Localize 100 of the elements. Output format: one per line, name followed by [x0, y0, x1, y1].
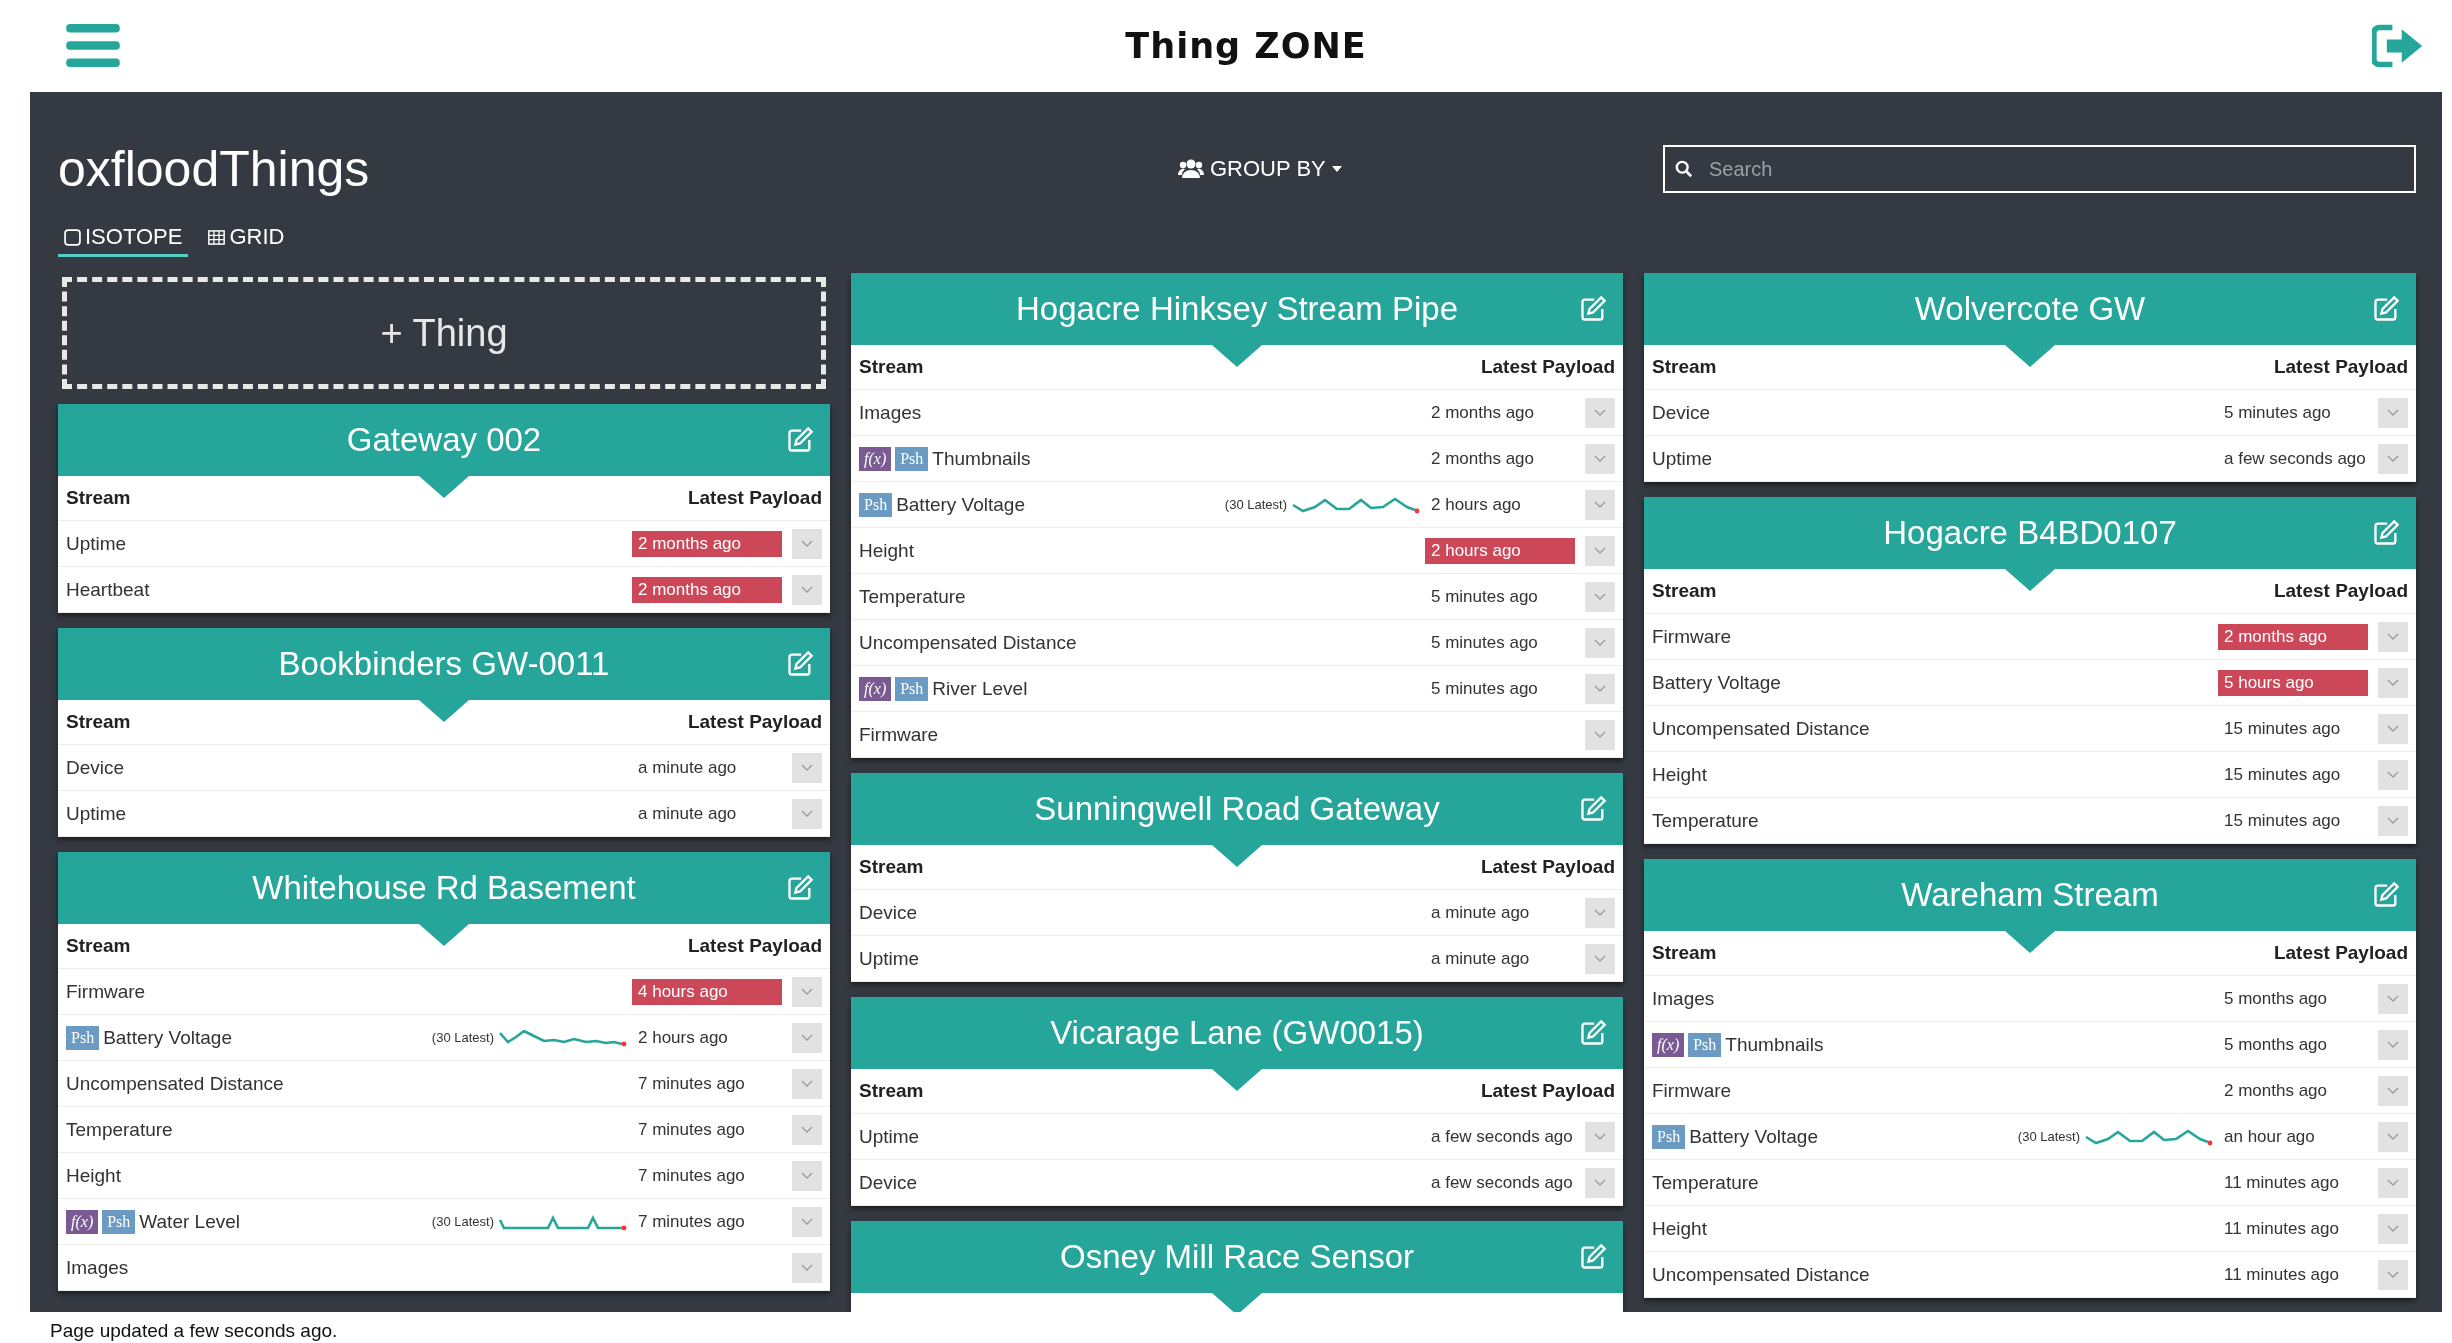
column-header: Latest Payload	[1480, 356, 1615, 378]
payload-time: 4 hours ago	[632, 978, 782, 1005]
expand-button[interactable]	[2378, 1213, 2408, 1244]
stream-name: Firmware	[1652, 625, 1732, 648]
expand-button[interactable]	[792, 752, 822, 783]
expand-button[interactable]	[2378, 1075, 2408, 1106]
payload-time: 5 minutes ago	[2223, 401, 2332, 424]
expand-button[interactable]	[792, 1252, 822, 1283]
payload-time: 2 months ago	[632, 576, 782, 603]
stream-name: Battery Voltage	[1689, 1125, 1818, 1148]
expand-button[interactable]	[2378, 983, 2408, 1014]
edit-icon[interactable]	[786, 426, 814, 454]
payload-time: 2 hours ago	[1425, 537, 1575, 564]
expand-button[interactable]	[792, 1160, 822, 1191]
card-title: Hogacre Hinksey Stream Pipe	[1016, 290, 1458, 328]
stream-name: Thumbnails	[1725, 1033, 1824, 1056]
add-thing-button[interactable]: + Thing	[62, 277, 826, 389]
column-header: Stream	[1652, 942, 1717, 964]
expand-button[interactable]	[2378, 1029, 2408, 1060]
expand-button[interactable]	[2378, 805, 2408, 836]
chevron-icon	[1594, 684, 1606, 693]
chevron-icon	[2387, 1086, 2399, 1095]
chevron-icon	[2387, 1224, 2399, 1233]
stream-name: Battery Voltage	[896, 493, 1025, 516]
column-header: Stream	[859, 1080, 924, 1102]
expand-button[interactable]	[2378, 443, 2408, 474]
column-header: Latest Payload	[687, 487, 822, 509]
stream-name: Temperature	[1652, 809, 1759, 832]
status-text: Page updated a few seconds ago.	[49, 1319, 339, 1342]
expand-button[interactable]	[792, 528, 822, 559]
expand-button[interactable]	[1585, 719, 1615, 750]
expand-button[interactable]	[1585, 535, 1615, 566]
chevron-icon	[801, 763, 813, 772]
expand-button[interactable]	[2378, 713, 2408, 744]
view-tab[interactable]: GRID	[202, 222, 291, 257]
stream-name: Images	[1652, 987, 1715, 1010]
expand-button[interactable]	[2378, 1167, 2408, 1198]
edit-icon[interactable]	[1579, 1243, 1607, 1271]
edit-icon[interactable]	[2372, 519, 2400, 547]
stream-name: Uptime	[66, 532, 127, 555]
payload-time: 7 minutes ago	[637, 1210, 746, 1233]
expand-button[interactable]	[2378, 759, 2408, 790]
column-header: Latest Payload	[2273, 942, 2408, 964]
stream-name: Uptime	[1652, 447, 1713, 470]
stream-name: Firmware	[1652, 1079, 1732, 1102]
expand-button[interactable]	[792, 976, 822, 1007]
edit-icon[interactable]	[786, 650, 814, 678]
card-title: Vicarage Lane (GW0015)	[1050, 1014, 1424, 1052]
expand-button[interactable]	[792, 1068, 822, 1099]
expand-button[interactable]	[2378, 397, 2408, 428]
card-title: Gateway 002	[346, 421, 542, 459]
expand-button[interactable]	[2378, 1121, 2408, 1152]
payload-time: a minute ago	[1430, 901, 1531, 924]
expand-button[interactable]	[1585, 673, 1615, 704]
edit-icon[interactable]	[1579, 1019, 1607, 1047]
payload-time: 5 months ago	[2223, 1033, 2328, 1056]
chevron-icon	[1594, 500, 1606, 509]
stream-name: Height	[1652, 763, 1707, 786]
expand-button[interactable]	[1585, 897, 1615, 928]
expand-button[interactable]	[792, 798, 822, 829]
expand-button[interactable]	[792, 1022, 822, 1053]
square-icon	[64, 228, 81, 246]
push-badge: Psh	[66, 1025, 100, 1050]
expand-button[interactable]	[1585, 627, 1615, 658]
expand-button[interactable]	[792, 1206, 822, 1237]
sparkline-caption: (30 Latest)	[1224, 497, 1287, 512]
logout-icon[interactable]	[2372, 23, 2424, 69]
stream-name: Battery Voltage	[103, 1026, 232, 1049]
group-by-button[interactable]: GROUP BY	[1178, 156, 1663, 182]
expand-button[interactable]	[1585, 443, 1615, 474]
column-header: Latest Payload	[1480, 1080, 1615, 1102]
expand-button[interactable]	[1585, 489, 1615, 520]
search-icon	[1675, 160, 1693, 178]
column-header: Latest Payload	[2273, 580, 2408, 602]
expand-button[interactable]	[1585, 1121, 1615, 1152]
menu-icon[interactable]	[66, 24, 120, 68]
app-title: Thing ZONE	[1125, 26, 1367, 66]
expand-button[interactable]	[1585, 581, 1615, 612]
chevron-icon	[801, 1217, 813, 1226]
expand-button[interactable]	[1585, 397, 1615, 428]
edit-icon[interactable]	[1579, 295, 1607, 323]
edit-icon[interactable]	[1579, 795, 1607, 823]
expand-button[interactable]	[2378, 667, 2408, 698]
expand-button[interactable]	[1585, 943, 1615, 974]
expand-button[interactable]	[2378, 621, 2408, 652]
stream-name: Uncompensated Distance	[1652, 717, 1870, 740]
view-tab[interactable]: ISOTOPE	[58, 222, 189, 257]
edit-icon[interactable]	[2372, 295, 2400, 323]
expand-button[interactable]	[1585, 1167, 1615, 1198]
search-field[interactable]: Search	[1663, 145, 2416, 193]
stream-name: Uptime	[859, 1125, 920, 1148]
expand-button[interactable]	[792, 1114, 822, 1145]
payload-time: a few seconds ago	[2223, 447, 2367, 470]
stream-name: Uncompensated Distance	[859, 631, 1077, 654]
edit-icon[interactable]	[2372, 881, 2400, 909]
column-header: Stream	[66, 935, 131, 957]
caret-icon	[1331, 166, 1342, 172]
expand-button[interactable]	[2378, 1259, 2408, 1290]
expand-button[interactable]	[792, 574, 822, 605]
edit-icon[interactable]	[786, 874, 814, 902]
